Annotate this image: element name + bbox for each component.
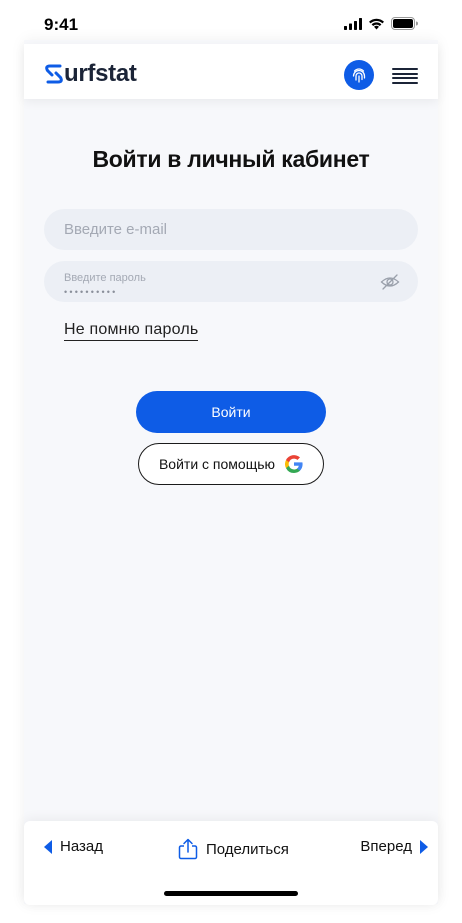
browser-bottom-bar: Назад Поделиться Вперед [24,821,438,905]
login-button[interactable]: Войти [136,391,326,433]
eye-off-icon[interactable] [380,272,400,292]
share-icon [178,838,198,860]
status-time: 9:41 [44,15,79,34]
back-label: Назад [60,838,103,855]
google-login-button[interactable]: Войти с помощью [138,443,324,485]
share-label: Поделиться [206,840,289,858]
password-mask: •••••••••• [64,287,118,297]
google-login-label: Войти с помощью [158,456,276,472]
email-input[interactable] [64,209,394,250]
battery-icon [391,17,418,30]
google-icon [285,455,303,473]
fingerprint-icon [352,68,366,83]
fingerprint-button[interactable] [344,60,374,90]
forgot-password-link[interactable]: Не помню пароль [64,321,199,341]
site-header: urfstat [24,44,438,99]
logo-text: urfstat [64,60,137,87]
forward-button[interactable]: Вперед [360,838,428,855]
password-field[interactable]: Введите пароль •••••••••• [44,261,418,302]
back-button[interactable]: Назад [44,838,103,855]
page-title: Войти в личный кабинет [92,146,370,172]
home-indicator [164,891,298,896]
forward-label: Вперед [360,838,412,855]
logo[interactable]: urfstat [44,62,137,86]
email-field[interactable] [44,209,418,250]
chevron-right-icon [420,839,428,854]
logo-s-icon [45,64,63,84]
share-button[interactable]: Поделиться [178,838,289,860]
signal-icon [344,17,362,30]
status-icons [344,17,418,30]
chevron-left-icon [44,839,52,854]
password-label: Введите пароль [64,272,146,284]
menu-icon[interactable] [392,68,418,84]
wifi-icon [369,18,384,29]
